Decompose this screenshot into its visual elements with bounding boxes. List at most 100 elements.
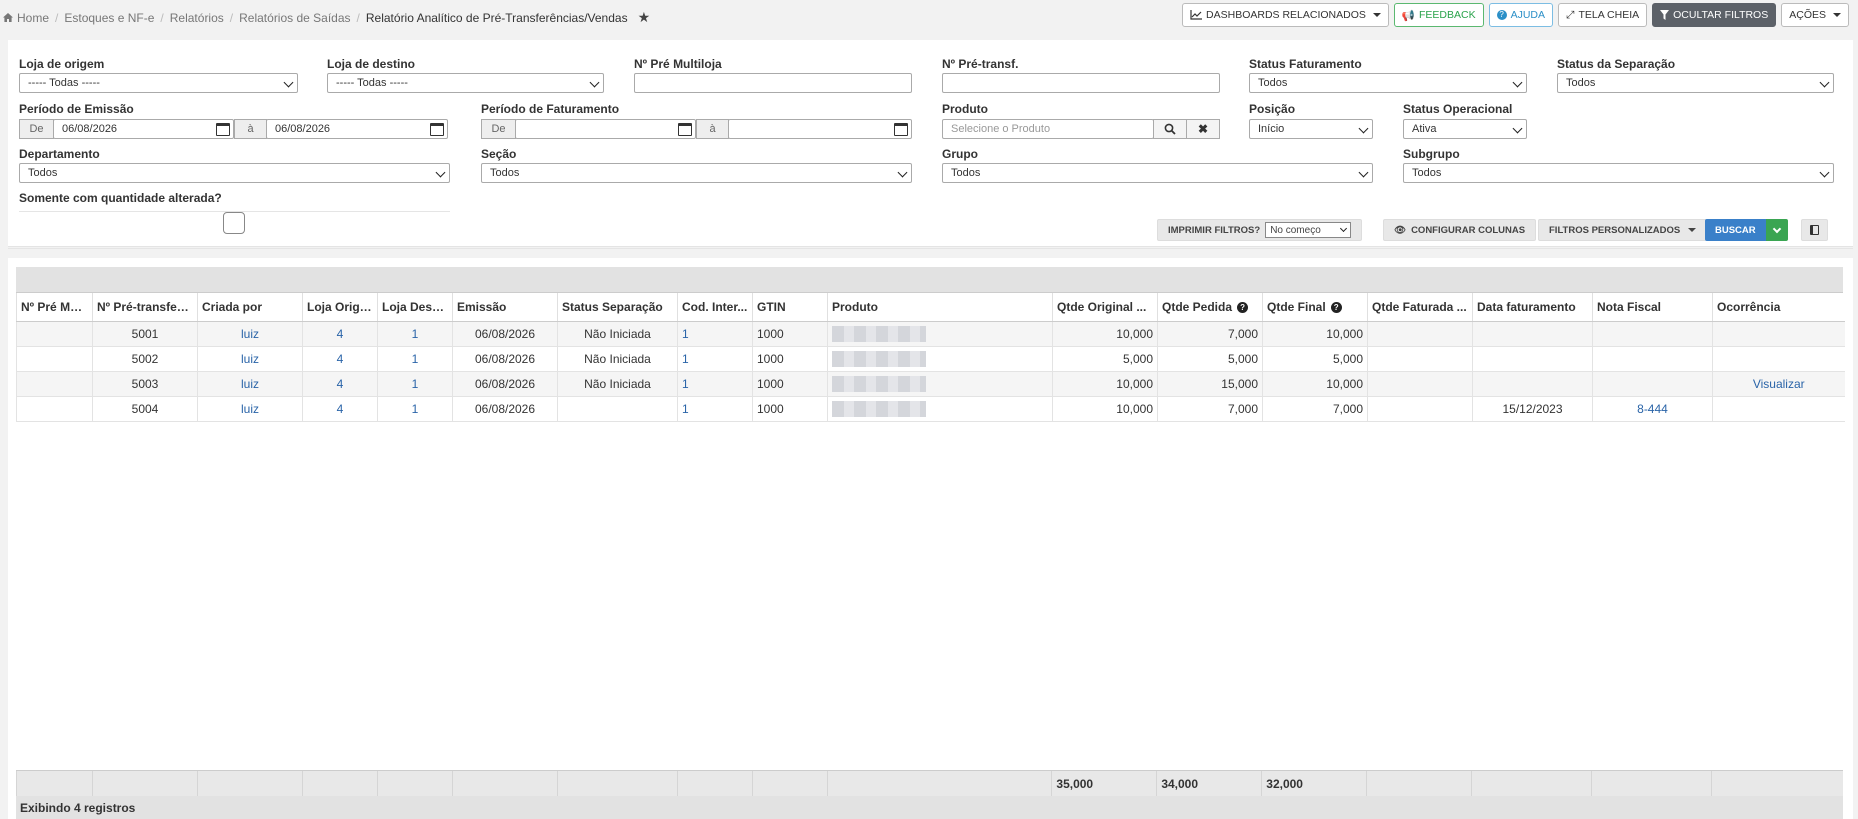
cell-criada-por-link[interactable]: luiz	[197, 321, 303, 347]
produto-search-button[interactable]	[1153, 119, 1187, 139]
bullhorn-icon: 📢	[1401, 9, 1415, 22]
breadcrumb-estoques[interactable]: Estoques e NF-e	[64, 11, 154, 25]
pre-transf-input[interactable]	[942, 73, 1220, 93]
configurar-colunas-button[interactable]: 👁 CONFIGURAR COLUNAS	[1383, 219, 1537, 241]
cell-ocorrencia[interactable]	[1712, 321, 1845, 347]
cell-loja-origem-link[interactable]: 4	[302, 321, 378, 347]
cell-ocorrencia[interactable]	[1712, 346, 1845, 372]
departamento-select[interactable]: Todos	[19, 163, 450, 183]
calendar-icon[interactable]	[216, 123, 230, 136]
filtros-personalizados-button[interactable]: FILTROS PERSONALIZADOS	[1538, 219, 1708, 241]
pre-multiloja-input[interactable]	[634, 73, 912, 93]
cell-loja-origem-link[interactable]: 4	[302, 396, 378, 422]
cell-qtde-pedida: 15,000	[1157, 371, 1263, 397]
acoes-button[interactable]: AÇÕES	[1781, 3, 1849, 27]
subgrupo-select[interactable]: Todos	[1403, 163, 1834, 183]
cell-gtin: 1000	[752, 396, 828, 422]
redacted-product	[832, 400, 926, 417]
ocultar-filtros-button[interactable]: OCULTAR FILTROS	[1652, 3, 1777, 27]
col-loja-origem[interactable]: Loja Orige...	[302, 293, 378, 322]
cell-criada-por-link[interactable]: luiz	[197, 396, 303, 422]
status-operacional-select[interactable]: Ativa	[1403, 119, 1527, 139]
breadcrumb-relatorios[interactable]: Relatórios	[170, 11, 224, 25]
status-separacao-label: Status da Separação	[1557, 57, 1676, 71]
cell-ocorrencia[interactable]	[1712, 396, 1845, 422]
col-data-faturamento[interactable]: Data faturamento	[1472, 293, 1593, 322]
cell-cod-interno-link[interactable]: 1	[677, 346, 753, 372]
feedback-button[interactable]: 📢 FEEDBACK	[1393, 3, 1484, 27]
cell-criada-por-link[interactable]: luiz	[197, 371, 303, 397]
cell-loja-destino-link[interactable]: 1	[377, 346, 453, 372]
cell-criada-por-link[interactable]: luiz	[197, 346, 303, 372]
chevron-down-icon	[1772, 224, 1781, 233]
breadcrumb-relatorios-saidas[interactable]: Relatórios de Saídas	[239, 11, 350, 25]
buscar-button[interactable]: BUSCAR	[1705, 219, 1766, 241]
cell-cod-interno-link[interactable]: 1	[677, 396, 753, 422]
cell-status-separacao: Não Iniciada	[557, 321, 678, 347]
status-separacao-value: Todos	[1566, 77, 1596, 89]
cell-qtde-final: 7,000	[1262, 396, 1368, 422]
loja-destino-select[interactable]: ----- Todas -----	[327, 73, 604, 93]
grupo-select[interactable]: Todos	[942, 163, 1373, 183]
periodo-faturamento-to-input[interactable]	[728, 119, 912, 139]
produto-clear-button[interactable]: ✖	[1186, 119, 1220, 139]
cell-loja-origem-link[interactable]: 4	[302, 371, 378, 397]
col-ocorrencia[interactable]: Ocorrência	[1712, 293, 1845, 322]
buscar-dropdown-button[interactable]	[1765, 219, 1788, 241]
cell-nota-fiscal-link[interactable]: 8-444	[1592, 396, 1713, 422]
cell-gtin: 1000	[752, 371, 828, 397]
col-gtin[interactable]: GTIN	[752, 293, 828, 322]
calendar-icon[interactable]	[430, 123, 444, 136]
col-status-separacao[interactable]: Status Separação	[557, 293, 678, 322]
col-produto[interactable]: Produto	[827, 293, 1053, 322]
calendar-icon[interactable]	[678, 123, 692, 136]
col-qtde-final[interactable]: Qtde Final?	[1262, 293, 1368, 322]
col-cod-interno[interactable]: Cod. Inter...	[677, 293, 753, 322]
tela-cheia-button[interactable]: ⤢ TELA CHEIA	[1558, 3, 1648, 27]
dashboards-button[interactable]: DASHBOARDS RELACIONADOS	[1182, 3, 1389, 27]
periodo-faturamento-from-input[interactable]	[515, 119, 696, 139]
cell-cod-interno-link[interactable]: 1	[677, 371, 753, 397]
posicao-select[interactable]: Início	[1249, 119, 1373, 139]
loja-origem-select[interactable]: ----- Todas -----	[19, 73, 298, 93]
calendar-icon[interactable]	[894, 123, 908, 136]
status-faturamento-select[interactable]: Todos	[1249, 73, 1527, 93]
cell-cod-interno-link[interactable]: 1	[677, 321, 753, 347]
col-loja-destino[interactable]: Loja Desti...	[377, 293, 453, 322]
periodo-faturamento-a: à	[696, 119, 729, 139]
export-wrap	[1801, 219, 1828, 241]
col-pre-multiloja[interactable]: Nº Pré Mul...	[16, 293, 93, 322]
loja-origem-value: ----- Todas -----	[28, 77, 100, 89]
imprimir-filtros-select[interactable]: No começo	[1265, 222, 1352, 238]
cell-ocorrencia-visualizar-link[interactable]: Visualizar	[1712, 371, 1845, 397]
cell-nota-fiscal[interactable]	[1592, 371, 1713, 397]
col-nota-fiscal[interactable]: Nota Fiscal	[1592, 293, 1713, 322]
cell-nota-fiscal[interactable]	[1592, 321, 1713, 347]
col-pre-transferencia[interactable]: Nº Pré-transferê...	[92, 293, 198, 322]
periodo-emissao-from-input[interactable]: 06/08/2026	[53, 119, 234, 139]
status-separacao-select[interactable]: Todos	[1557, 73, 1834, 93]
cell-nota-fiscal[interactable]	[1592, 346, 1713, 372]
col-emissao[interactable]: Emissão	[452, 293, 558, 322]
produto-input[interactable]: Selecione o Produto	[942, 119, 1154, 139]
ajuda-button[interactable]: ? AJUDA	[1488, 3, 1554, 27]
question-circle-icon[interactable]: ?	[1330, 302, 1342, 314]
favorite-star-icon[interactable]: ★	[638, 9, 651, 26]
cell-loja-destino-link[interactable]: 1	[377, 371, 453, 397]
col-qtde-original[interactable]: Qtde Original ...	[1052, 293, 1158, 322]
status-operacional-value: Ativa	[1412, 123, 1437, 135]
somente-qtd-checkbox[interactable]	[223, 212, 245, 234]
secao-select[interactable]: Todos	[481, 163, 912, 183]
cell-loja-origem-link[interactable]: 4	[302, 346, 378, 372]
cell-loja-destino-link[interactable]: 1	[377, 321, 453, 347]
col-criada-por[interactable]: Criada por	[197, 293, 303, 322]
produto-label: Produto	[942, 102, 988, 116]
question-circle-icon[interactable]: ?	[1237, 302, 1249, 314]
cell-loja-destino-link[interactable]: 1	[377, 396, 453, 422]
col-qtde-pedida[interactable]: Qtde Pedida?	[1157, 293, 1263, 322]
periodo-emissao-to-input[interactable]: 06/08/2026	[266, 119, 448, 139]
breadcrumb-home[interactable]: Home	[17, 11, 49, 25]
pre-transf-label: Nº Pré-transf.	[942, 57, 1019, 71]
col-qtde-faturada[interactable]: Qtde Faturada ...	[1367, 293, 1473, 322]
export-button[interactable]	[1801, 219, 1828, 241]
